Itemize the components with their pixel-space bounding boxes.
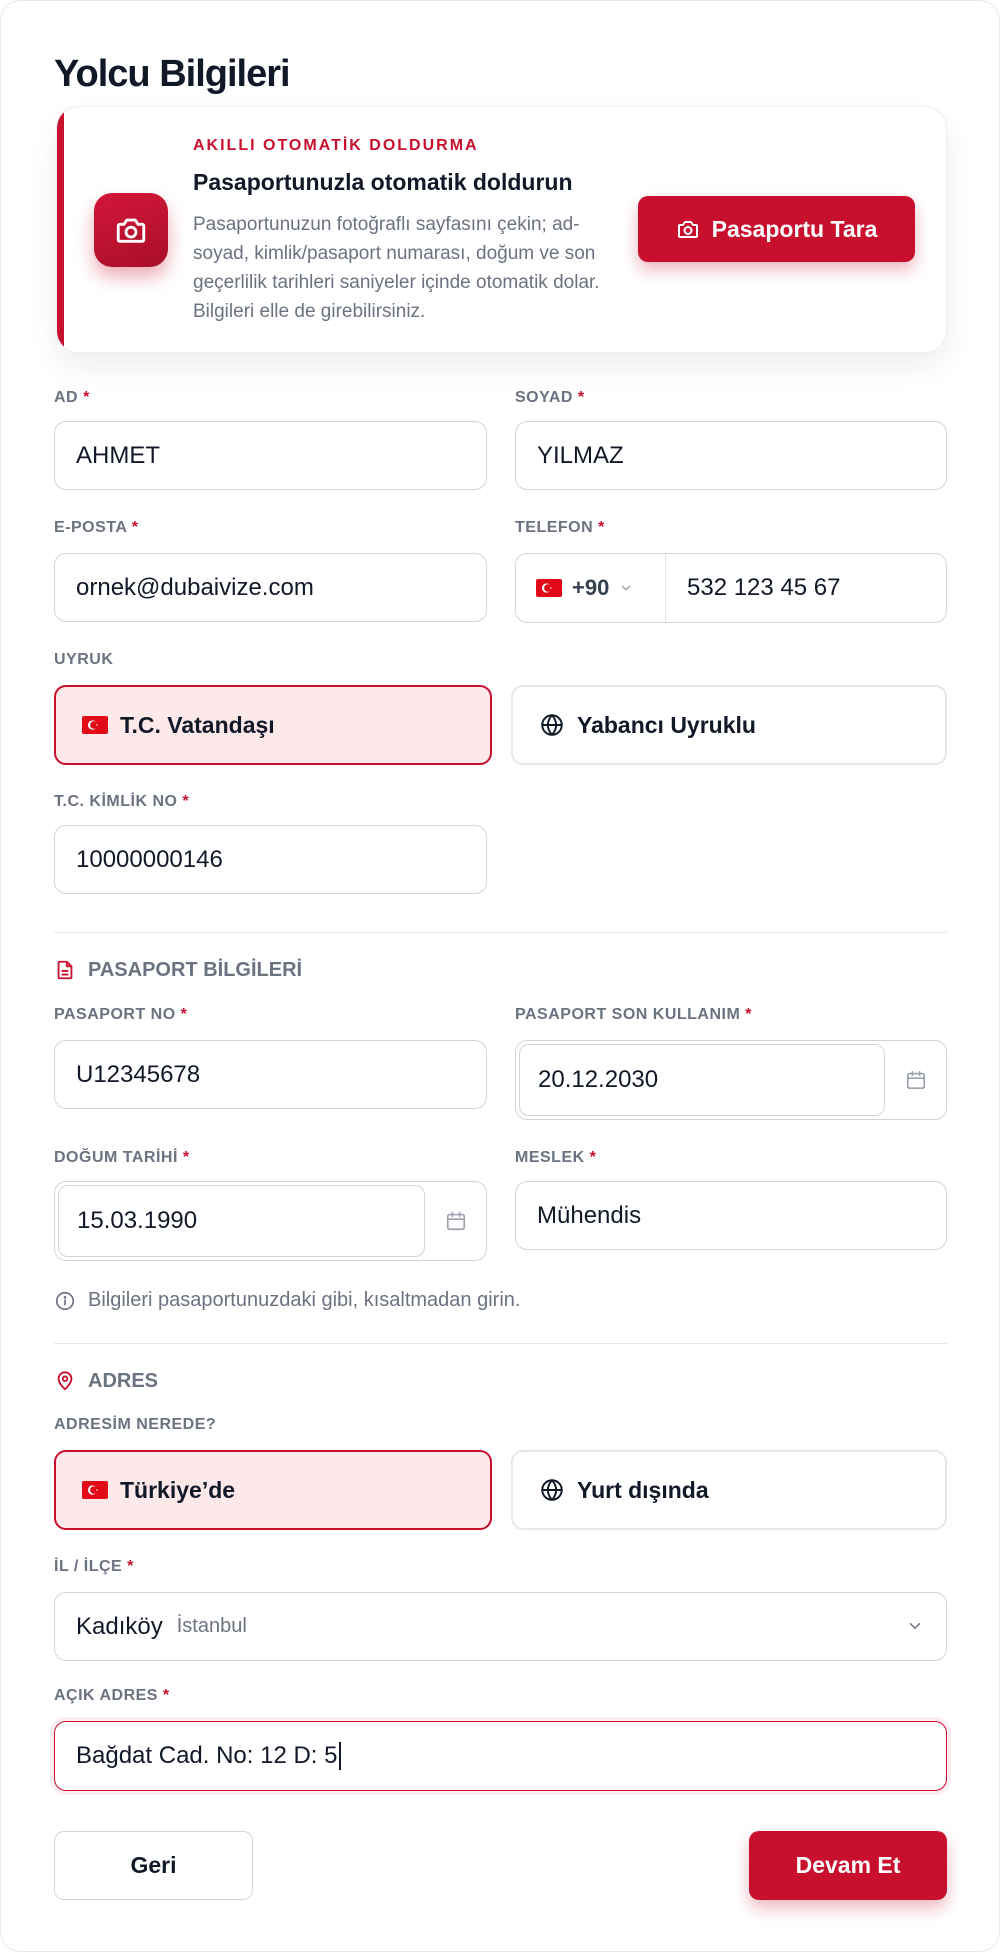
- calendar-icon[interactable]: [905, 1068, 927, 1092]
- calendar-icon[interactable]: [445, 1209, 467, 1233]
- globe-icon: [541, 714, 563, 736]
- passport-number-field[interactable]: U12345678: [54, 1040, 487, 1109]
- birth-date-input[interactable]: 15.03.1990: [58, 1185, 425, 1257]
- tc-id-label: T.C. KİMLİK NO *: [54, 793, 190, 810]
- turkey-flag-icon: [82, 716, 108, 734]
- passenger-form-card: Yolcu Bilgileri AKILLI OTOMATİK DOLDURMA…: [0, 0, 1000, 1952]
- email-field[interactable]: ornek@dubaivize.com: [54, 553, 487, 622]
- tc-id-field[interactable]: 10000000146: [54, 825, 487, 894]
- phone-number-value: 532 123 45 67: [687, 574, 841, 601]
- city-district-select[interactable]: Kadıköy İstanbul: [54, 1592, 947, 1661]
- country-code-select[interactable]: +90: [516, 554, 666, 622]
- phone-label: TELEFON *: [515, 519, 605, 536]
- passport-number-value: U12345678: [76, 1060, 201, 1088]
- phone-number-input[interactable]: 532 123 45 67: [687, 554, 840, 622]
- last-name-field[interactable]: YILMAZ: [515, 421, 947, 490]
- turkey-flag-icon: [82, 1481, 108, 1499]
- info-icon: [55, 1291, 75, 1310]
- map-pin-icon: [57, 1371, 73, 1391]
- banner-description: Pasaportunuzun fotoğraflı sayfasını çeki…: [193, 214, 600, 322]
- first-name-field[interactable]: AHMET: [54, 421, 487, 490]
- nationality-label: UYRUK: [54, 651, 114, 668]
- province-value: İstanbul: [176, 1615, 247, 1637]
- nationality-option-foreign[interactable]: Yabancı Uyruklu: [511, 685, 947, 765]
- email-value: ornek@dubaivize.com: [76, 573, 314, 601]
- email-label: E-POSTA *: [54, 519, 139, 536]
- last-name-label: SOYAD *: [515, 389, 585, 406]
- occupation-value: Mühendis: [537, 1201, 642, 1229]
- document-icon: [57, 960, 73, 980]
- camera-icon: [94, 193, 168, 267]
- back-button[interactable]: Geri: [54, 1831, 253, 1900]
- occupation-label: MESLEK *: [515, 1149, 597, 1166]
- address-location-label: ADRESİM NEREDE?: [54, 1416, 217, 1433]
- phone-field: +90 532 123 45 67: [515, 553, 947, 623]
- address-section-header: ADRES: [54, 1369, 158, 1393]
- occupation-field[interactable]: Mühendis: [515, 1181, 947, 1250]
- nationality-foreign-label: Yabancı Uyruklu: [577, 711, 756, 738]
- tc-id-value: 10000000146: [76, 845, 223, 873]
- address-option-turkey[interactable]: Türkiye’de: [54, 1450, 492, 1530]
- passport-hint-text: Bilgileri pasaportunuzdaki gibi, kısaltm…: [88, 1289, 521, 1311]
- passport-section-title: PASAPORT BİLGİLERİ: [88, 958, 303, 981]
- first-name-label: AD *: [54, 389, 90, 406]
- open-address-label: AÇIK ADRES *: [54, 1687, 170, 1704]
- passport-hint: Bilgileri pasaportunuzdaki gibi, kısaltm…: [54, 1289, 520, 1312]
- first-name-value: AHMET: [76, 441, 160, 469]
- birth-date-value: 15.03.1990: [77, 1207, 198, 1234]
- nationality-option-citizen[interactable]: T.C. Vatandaşı: [54, 685, 492, 765]
- page-title: Yolcu Bilgileri: [54, 53, 291, 95]
- address-section-title: ADRES: [88, 1369, 159, 1392]
- banner-kicker: AKILLI OTOMATİK DOLDURMA: [193, 137, 479, 154]
- passport-expiry-input[interactable]: 20.12.2030: [519, 1044, 885, 1116]
- nationality-citizen-label: T.C. Vatandaşı: [120, 711, 275, 738]
- scan-passport-label: Pasaportu Tara: [711, 215, 878, 242]
- passport-number-label: PASAPORT NO *: [54, 1006, 188, 1023]
- birth-date-label: DOĞUM TARİHİ *: [54, 1149, 190, 1166]
- city-label: İL / İLÇE *: [54, 1558, 134, 1575]
- last-name-value: YILMAZ: [537, 441, 624, 469]
- passport-expiry-field: 20.12.2030: [515, 1040, 947, 1120]
- autofill-banner: AKILLI OTOMATİK DOLDURMA Pasaportunuzla …: [56, 106, 947, 353]
- chevron-down-icon: [909, 1623, 921, 1629]
- open-address-value: Bağdat Cad. No: 12 D: 5: [76, 1742, 338, 1769]
- turkey-flag-icon: [536, 579, 562, 597]
- birth-date-field: 15.03.1990: [54, 1181, 487, 1261]
- globe-icon: [541, 1479, 563, 1501]
- chevron-down-icon: [622, 585, 631, 591]
- scan-passport-button[interactable]: Pasaportu Tara: [638, 196, 915, 262]
- open-address-field[interactable]: Bağdat Cad. No: 12 D: 5: [54, 1721, 947, 1791]
- passport-section-header: PASAPORT BİLGİLERİ: [54, 958, 302, 982]
- continue-button[interactable]: Devam Et: [749, 1831, 947, 1900]
- address-option-abroad[interactable]: Yurt dışında: [511, 1450, 947, 1530]
- passport-expiry-value: 20.12.2030: [538, 1066, 659, 1093]
- camera-icon: [677, 221, 698, 238]
- address-abroad-label: Yurt dışında: [577, 1476, 709, 1503]
- address-turkey-label: Türkiye’de: [120, 1476, 236, 1503]
- country-code-value: +90: [572, 575, 610, 600]
- banner-heading: Pasaportunuzla otomatik doldurun: [193, 169, 573, 195]
- district-value: Kadıköy: [76, 1612, 163, 1640]
- text-caret: [338, 1742, 341, 1770]
- passport-expiry-label: PASAPORT SON KULLANIM *: [515, 1006, 752, 1023]
- section-divider: [54, 932, 947, 933]
- section-divider: [54, 1343, 947, 1344]
